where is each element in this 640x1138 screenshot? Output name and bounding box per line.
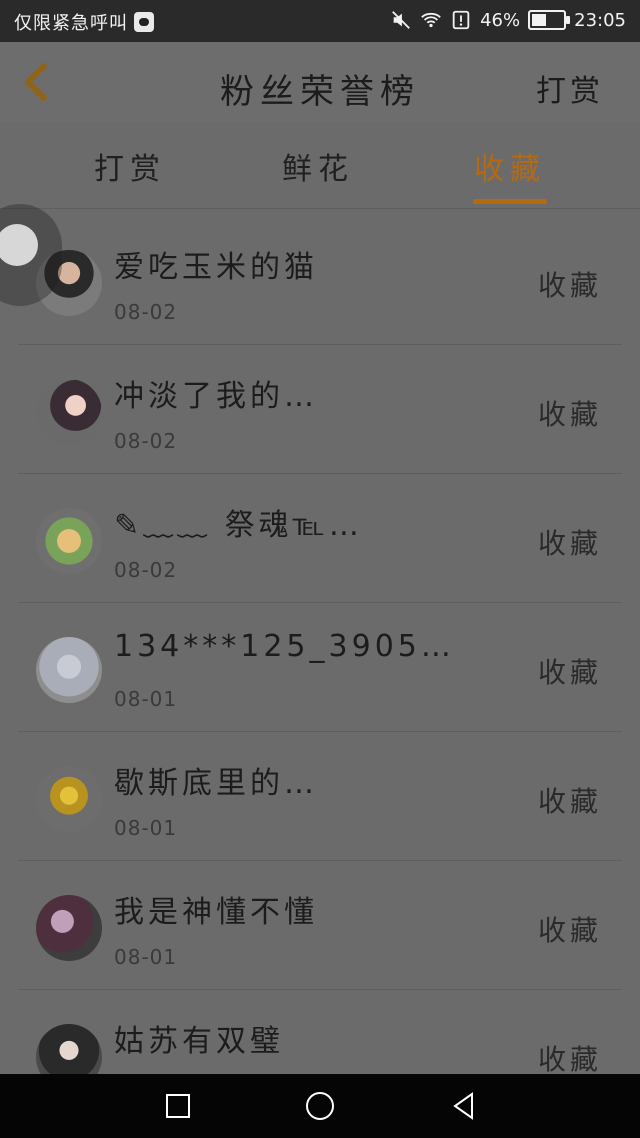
- favorite-label: 收藏: [537, 1043, 602, 1074]
- alert-icon: [450, 9, 472, 31]
- list-item[interactable]: 我是神懂不懂 08-01 收藏: [18, 861, 622, 990]
- avatar-icon: [36, 637, 102, 703]
- list-item[interactable]: 爱吃玉米的猫 08-02 收藏: [18, 216, 622, 345]
- assistive-touch-knob: [0, 224, 38, 266]
- avatar-icon: [36, 895, 102, 961]
- favorite-label: 收藏: [537, 269, 602, 302]
- user-name: 歇斯底里的…: [114, 766, 318, 801]
- recent-apps-button[interactable]: [160, 1088, 196, 1124]
- reward-button[interactable]: 打赏: [536, 66, 604, 110]
- status-left: 仅限紧急呼叫: [14, 9, 154, 35]
- tab-favorites-label: 收藏: [474, 152, 546, 187]
- user-name: 爱吃玉米的猫: [114, 250, 318, 285]
- triangle-back-icon: [453, 1092, 473, 1120]
- activity-date: 08-02: [114, 300, 178, 324]
- user-name: 134***125_3905…: [114, 629, 455, 664]
- app-header: 粉丝荣誉榜 打赏: [0, 42, 640, 123]
- notification-icon: [134, 12, 154, 32]
- favorite-label: 收藏: [537, 398, 602, 431]
- back-nav-button[interactable]: [446, 1088, 482, 1124]
- tab-flowers[interactable]: 鲜花: [258, 144, 378, 204]
- status-bar: 仅限紧急呼叫 46% 23:05: [0, 0, 640, 42]
- fans-list: 爱吃玉米的猫 08-02 收藏 冲淡了我的… 08-02 收藏 ✎﹏﹏ 祭魂℡……: [18, 216, 622, 1074]
- favorite-label: 收藏: [537, 785, 602, 818]
- circle-icon: [306, 1092, 334, 1120]
- tab-bar: 打赏 鲜花 收藏: [0, 122, 640, 209]
- avatar-icon: [36, 379, 102, 445]
- user-name: 姑苏有双璧: [114, 1024, 284, 1059]
- user-name: ✎﹏﹏ 祭魂℡…: [114, 508, 363, 543]
- activity-date: 08-02: [114, 429, 178, 453]
- avatar-icon: [36, 508, 102, 574]
- favorite-label: 收藏: [537, 656, 602, 689]
- battery-percent: 46%: [480, 9, 521, 31]
- system-navbar: [0, 1074, 640, 1138]
- favorite-label: 收藏: [537, 527, 602, 560]
- status-time: 23:05: [574, 9, 626, 31]
- status-right: 46% 23:05: [390, 9, 626, 31]
- list-item[interactable]: 歇斯底里的… 08-01 收藏: [18, 732, 622, 861]
- user-name: 我是神懂不懂: [114, 895, 318, 930]
- status-left-text: 仅限紧急呼叫: [14, 13, 128, 34]
- active-tab-indicator: [473, 199, 547, 204]
- battery-icon: [528, 10, 571, 30]
- wifi-icon: [420, 9, 442, 31]
- battery-fill: [532, 14, 546, 26]
- tab-reward[interactable]: 打赏: [70, 144, 190, 204]
- mute-icon: [390, 9, 412, 31]
- list-item[interactable]: ✎﹏﹏ 祭魂℡… 08-02 收藏: [18, 474, 622, 603]
- list-item[interactable]: 姑苏有双璧 收藏: [18, 990, 622, 1074]
- list-item[interactable]: 134***125_3905… 08-01 收藏: [18, 603, 622, 732]
- list-item[interactable]: 冲淡了我的… 08-02 收藏: [18, 345, 622, 474]
- home-button[interactable]: [302, 1088, 338, 1124]
- activity-date: 08-01: [114, 687, 178, 711]
- activity-date: 08-02: [114, 558, 178, 582]
- avatar-icon: [36, 1024, 102, 1074]
- favorite-label: 收藏: [537, 914, 602, 947]
- activity-date: 08-01: [114, 816, 178, 840]
- tab-flowers-label: 鲜花: [282, 152, 354, 187]
- activity-date: 08-01: [114, 945, 178, 969]
- tab-reward-label: 打赏: [94, 152, 166, 187]
- square-icon: [166, 1094, 190, 1118]
- avatar-icon: [36, 766, 102, 832]
- user-name: 冲淡了我的…: [114, 379, 318, 414]
- tab-favorites[interactable]: 收藏: [450, 144, 570, 204]
